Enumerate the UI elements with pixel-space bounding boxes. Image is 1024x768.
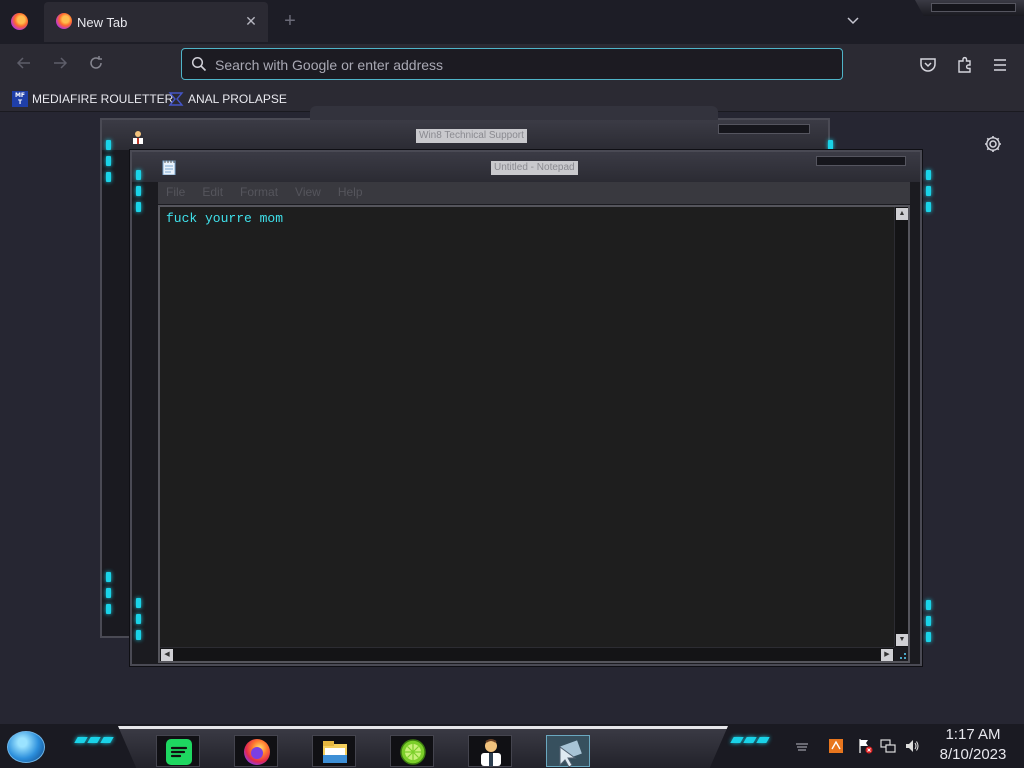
scroll-up-icon[interactable]: ▲ [896, 208, 908, 220]
menu-edit[interactable]: Edit [194, 182, 232, 204]
tab-strip: New Tab ✕ + [0, 0, 1024, 44]
navigation-toolbar [0, 44, 1024, 86]
glow-led [926, 170, 931, 180]
network-icon[interactable] [880, 738, 896, 754]
clock-time[interactable]: 1:17 AM [942, 726, 1004, 743]
taskbar: 1:17 AM 8/10/2023 [0, 724, 1024, 768]
file-explorer-icon [323, 741, 347, 763]
scroll-down-icon[interactable]: ▼ [896, 634, 908, 646]
tab-new-tab[interactable]: New Tab ✕ [44, 2, 268, 42]
bookmark-mediafire-rouletter[interactable]: MF T MEDIAFIRE ROULETTER [12, 90, 173, 108]
new-tab-button[interactable]: + [280, 11, 300, 31]
glow-led [926, 632, 931, 642]
mediafire-icon: MF T [12, 91, 28, 107]
titlebar-decoration [816, 156, 906, 166]
firefox-icon[interactable] [11, 13, 28, 30]
tab-list-chevron-icon[interactable] [842, 11, 864, 33]
clock-date[interactable]: 8/10/2023 [936, 746, 1010, 763]
settings-gear-icon[interactable] [983, 134, 1003, 154]
glow-led [136, 630, 141, 640]
vertical-scrollbar[interactable]: ▲ ▼ [894, 207, 908, 647]
resize-grip-icon[interactable] [894, 647, 908, 661]
cursor-app-icon [559, 740, 582, 767]
firefox-tab-icon [56, 13, 72, 29]
taskbar-glow-decoration [730, 737, 770, 743]
notepad-icon [162, 160, 176, 175]
bookmark-anal-prolapse[interactable]: ANAL PROLAPSE [168, 90, 287, 108]
glow-led [926, 616, 931, 626]
taskbar-app-file-explorer[interactable] [312, 735, 356, 767]
notepad-menubar: File Edit Format View Help [158, 182, 910, 204]
volume-icon[interactable] [904, 738, 920, 754]
bookmark-label: ANAL PROLAPSE [188, 92, 287, 106]
glow-led [926, 600, 931, 610]
text-editor: fuck yourre mom ▲ ▼ ◀ ▶ [158, 205, 910, 663]
window-title: Win8 Technical Support [416, 129, 527, 143]
glow-led [106, 572, 111, 582]
window-title: Untitled - Notepad [491, 161, 578, 175]
firefox-icon [244, 739, 270, 765]
glow-led [106, 588, 111, 598]
notepad-window[interactable]: Untitled - Notepad File Edit Format View… [130, 150, 922, 666]
taskbar-app-limewire[interactable] [390, 735, 434, 767]
reload-icon[interactable] [85, 54, 107, 76]
spotify-icon [166, 739, 192, 765]
sigma-icon [168, 92, 184, 106]
editor-textarea[interactable]: fuck yourre mom [160, 207, 892, 642]
menu-icon[interactable] [990, 55, 1010, 75]
tech-support-icon [481, 739, 501, 766]
extensions-icon[interactable] [955, 55, 975, 75]
task-deck [118, 726, 728, 768]
tray-app-icon[interactable] [828, 738, 844, 754]
glow-led [106, 156, 111, 166]
close-tab-icon[interactable]: ✕ [242, 12, 260, 30]
taskbar-app-cursor[interactable] [546, 735, 590, 767]
scroll-right-icon[interactable]: ▶ [881, 649, 893, 661]
menu-help[interactable]: Help [330, 182, 372, 204]
url-bar[interactable] [181, 48, 843, 80]
menu-file[interactable]: File [158, 182, 194, 204]
pocket-icon[interactable] [918, 55, 938, 75]
back-icon[interactable] [13, 54, 35, 76]
start-button[interactable] [7, 731, 45, 763]
glow-led [136, 614, 141, 624]
tech-support-icon [133, 131, 143, 144]
search-icon [191, 56, 207, 72]
window-top-decoration [310, 106, 718, 120]
menu-view[interactable]: View [287, 182, 330, 204]
glow-led [136, 202, 141, 212]
bookmark-label: MEDIAFIRE ROULETTER [32, 92, 174, 106]
glow-led [136, 170, 141, 180]
notepad-titlebar[interactable]: Untitled - Notepad [132, 152, 920, 182]
limewire-icon [400, 739, 426, 765]
forward-icon[interactable] [49, 54, 71, 76]
horizontal-scrollbar[interactable]: ◀ ▶ [160, 647, 894, 661]
window-frame-decoration [915, 0, 1024, 16]
taskbar-app-spotify[interactable] [156, 735, 200, 767]
taskbar-app-firefox[interactable] [234, 735, 278, 767]
glow-led [136, 186, 141, 196]
titlebar-decoration [718, 124, 810, 134]
glow-led [106, 172, 111, 182]
taskbar-app-tech-support[interactable] [468, 735, 512, 767]
glow-led [828, 140, 833, 150]
taskbar-glow-decoration [74, 737, 114, 743]
tab-title: New Tab [77, 15, 128, 30]
glow-led [106, 140, 111, 150]
url-input[interactable] [215, 54, 815, 76]
scroll-left-icon[interactable]: ◀ [161, 649, 173, 661]
glow-led [136, 598, 141, 608]
show-hidden-icons-icon[interactable] [794, 738, 810, 754]
glow-led [926, 186, 931, 196]
tech-support-titlebar[interactable]: Win8 Technical Support [102, 120, 828, 150]
glow-led [926, 202, 931, 212]
glow-led [106, 604, 111, 614]
action-center-flag-icon[interactable] [857, 738, 873, 754]
menu-format[interactable]: Format [232, 182, 287, 204]
